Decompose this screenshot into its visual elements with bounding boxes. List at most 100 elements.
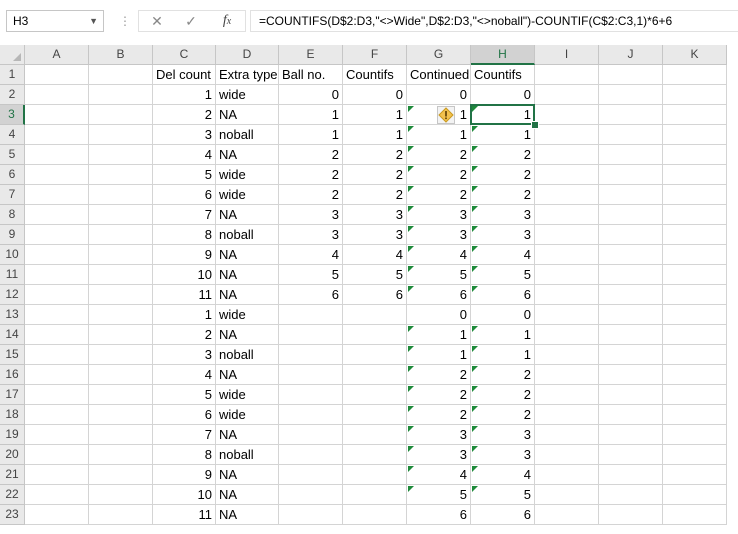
- cell-b16[interactable]: [89, 365, 153, 385]
- error-indicator-icon[interactable]: [408, 286, 414, 292]
- cell-e3[interactable]: 1: [279, 105, 343, 125]
- cell-d23[interactable]: NA: [216, 505, 279, 525]
- cell-f22[interactable]: [343, 485, 407, 505]
- cell-j22[interactable]: [599, 485, 663, 505]
- cell-k16[interactable]: [663, 365, 727, 385]
- error-indicator-icon[interactable]: [472, 126, 478, 132]
- cell-d1[interactable]: Extra type: [216, 65, 279, 85]
- cell-a22[interactable]: [25, 485, 89, 505]
- cell-e16[interactable]: [279, 365, 343, 385]
- column-header-e[interactable]: E: [279, 45, 343, 65]
- column-header-j[interactable]: J: [599, 45, 663, 65]
- cell-a15[interactable]: [25, 345, 89, 365]
- cell-j13[interactable]: [599, 305, 663, 325]
- cell-f23[interactable]: [343, 505, 407, 525]
- column-header-h[interactable]: H: [471, 45, 535, 65]
- row-header-15[interactable]: 15: [0, 345, 25, 365]
- cell-h23[interactable]: 6: [471, 505, 535, 525]
- cell-c16[interactable]: 4: [153, 365, 216, 385]
- cell-c3[interactable]: 2: [153, 105, 216, 125]
- cell-d13[interactable]: wide: [216, 305, 279, 325]
- cell-b8[interactable]: [89, 205, 153, 225]
- cell-c9[interactable]: 8: [153, 225, 216, 245]
- cell-k7[interactable]: [663, 185, 727, 205]
- cell-g18[interactable]: 2: [407, 405, 471, 425]
- error-indicator-icon[interactable]: [472, 466, 478, 472]
- error-indicator-icon[interactable]: [408, 326, 414, 332]
- cell-g23[interactable]: 6: [407, 505, 471, 525]
- cell-b19[interactable]: [89, 425, 153, 445]
- cell-e22[interactable]: [279, 485, 343, 505]
- cell-f14[interactable]: [343, 325, 407, 345]
- cell-g16[interactable]: 2: [407, 365, 471, 385]
- error-indicator-icon[interactable]: [472, 106, 478, 112]
- cell-d10[interactable]: NA: [216, 245, 279, 265]
- cell-d20[interactable]: noball: [216, 445, 279, 465]
- cell-a7[interactable]: [25, 185, 89, 205]
- cell-k2[interactable]: [663, 85, 727, 105]
- cell-i4[interactable]: [535, 125, 599, 145]
- cell-d17[interactable]: wide: [216, 385, 279, 405]
- cell-c6[interactable]: 5: [153, 165, 216, 185]
- cell-a11[interactable]: [25, 265, 89, 285]
- cell-g14[interactable]: 1: [407, 325, 471, 345]
- cell-f3[interactable]: 1: [343, 105, 407, 125]
- cell-a6[interactable]: [25, 165, 89, 185]
- cell-b5[interactable]: [89, 145, 153, 165]
- cell-c15[interactable]: 3: [153, 345, 216, 365]
- cell-b11[interactable]: [89, 265, 153, 285]
- cell-g2[interactable]: 0: [407, 85, 471, 105]
- cell-e2[interactable]: 0: [279, 85, 343, 105]
- cell-c14[interactable]: 2: [153, 325, 216, 345]
- cell-k10[interactable]: [663, 245, 727, 265]
- cell-i16[interactable]: [535, 365, 599, 385]
- cell-d11[interactable]: NA: [216, 265, 279, 285]
- cell-d5[interactable]: NA: [216, 145, 279, 165]
- cell-c4[interactable]: 3: [153, 125, 216, 145]
- cell-d8[interactable]: NA: [216, 205, 279, 225]
- cell-k14[interactable]: [663, 325, 727, 345]
- cell-k23[interactable]: [663, 505, 727, 525]
- cell-c2[interactable]: 1: [153, 85, 216, 105]
- error-indicator-icon[interactable]: [472, 326, 478, 332]
- cell-j7[interactable]: [599, 185, 663, 205]
- cell-k21[interactable]: [663, 465, 727, 485]
- cell-f13[interactable]: [343, 305, 407, 325]
- row-header-7[interactable]: 7: [0, 185, 25, 205]
- cell-g9[interactable]: 3: [407, 225, 471, 245]
- cell-j10[interactable]: [599, 245, 663, 265]
- cell-e8[interactable]: 3: [279, 205, 343, 225]
- cell-i10[interactable]: [535, 245, 599, 265]
- chevron-down-icon[interactable]: ▼: [89, 11, 98, 31]
- cell-e9[interactable]: 3: [279, 225, 343, 245]
- cell-j17[interactable]: [599, 385, 663, 405]
- error-indicator-icon[interactable]: [472, 246, 478, 252]
- cell-a12[interactable]: [25, 285, 89, 305]
- cell-i21[interactable]: [535, 465, 599, 485]
- cell-f21[interactable]: [343, 465, 407, 485]
- cell-k17[interactable]: [663, 385, 727, 405]
- error-indicator-icon[interactable]: [408, 206, 414, 212]
- cell-a9[interactable]: [25, 225, 89, 245]
- cell-c11[interactable]: 10: [153, 265, 216, 285]
- cell-b6[interactable]: [89, 165, 153, 185]
- cell-g13[interactable]: 0: [407, 305, 471, 325]
- error-indicator-icon[interactable]: [472, 346, 478, 352]
- cell-j15[interactable]: [599, 345, 663, 365]
- error-indicator-icon[interactable]: [408, 486, 414, 492]
- row-header-1[interactable]: 1: [0, 65, 25, 85]
- cell-f1[interactable]: Countifs: [343, 65, 407, 85]
- cell-f8[interactable]: 3: [343, 205, 407, 225]
- cell-b1[interactable]: [89, 65, 153, 85]
- cell-e14[interactable]: [279, 325, 343, 345]
- cell-d7[interactable]: wide: [216, 185, 279, 205]
- cell-h20[interactable]: 3: [471, 445, 535, 465]
- cell-h22[interactable]: 5: [471, 485, 535, 505]
- cell-g11[interactable]: 5: [407, 265, 471, 285]
- cell-h6[interactable]: 2: [471, 165, 535, 185]
- error-indicator-icon[interactable]: [472, 266, 478, 272]
- cell-g7[interactable]: 2: [407, 185, 471, 205]
- fill-handle[interactable]: [531, 121, 539, 129]
- cell-i5[interactable]: [535, 145, 599, 165]
- row-header-6[interactable]: 6: [0, 165, 25, 185]
